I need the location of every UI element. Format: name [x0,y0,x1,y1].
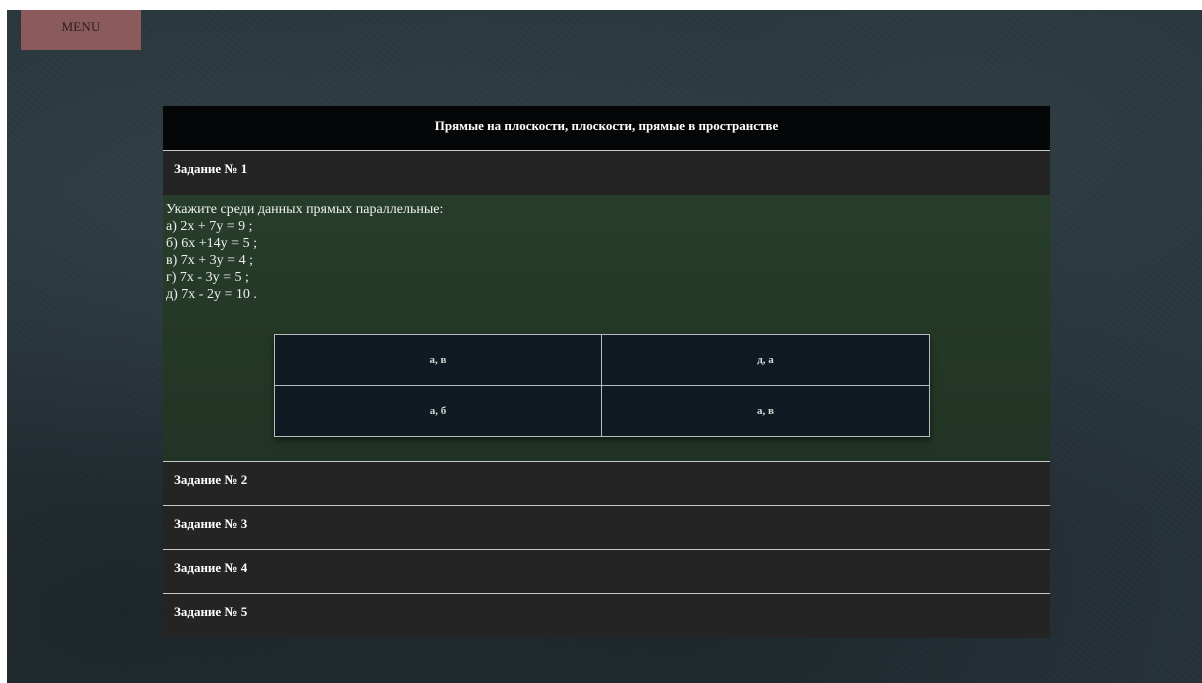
menu-button[interactable]: MENU [21,10,141,50]
task-header-4[interactable]: Задание № 4 [163,550,1050,594]
answer-grid: а, в д, а а, б а, в [274,334,930,437]
quiz-panel: Прямые на плоскости, плоскости, прямые в… [163,106,1050,638]
answer-option-2[interactable]: д, а [602,335,929,386]
task-header-3[interactable]: Задание № 3 [163,506,1050,550]
question-line-a: а) 2x + 7y = 9 ; [166,219,253,234]
answer-option-3[interactable]: а, б [275,385,602,436]
answer-option-4[interactable]: а, в [602,386,929,437]
task-1-body: Укажите среди данных прямых параллельные… [163,195,1050,462]
quiz-title: Прямые на плоскости, плоскости, прямые в… [163,106,1050,151]
answer-option-1[interactable]: а, в [275,335,602,386]
task-header-1[interactable]: Задание № 1 [163,151,1050,195]
question-line-g: г) 7x - 3y = 5 ; [166,270,249,285]
question-line-d: д) 7x - 2y = 10 . [166,287,257,302]
question-line-b: б) 6x +14y = 5 ; [166,236,257,251]
question-prompt: Укажите среди данных прямых параллельные… [166,202,444,217]
task-header-2[interactable]: Задание № 2 [163,462,1050,506]
task-header-5[interactable]: Задание № 5 [163,594,1050,638]
question-line-v: в) 7x + 3y = 4 ; [166,253,253,268]
question-text: Укажите среди данных прямых параллельные… [166,201,443,303]
page-background: MENU Прямые на плоскости, плоскости, пря… [7,10,1202,683]
